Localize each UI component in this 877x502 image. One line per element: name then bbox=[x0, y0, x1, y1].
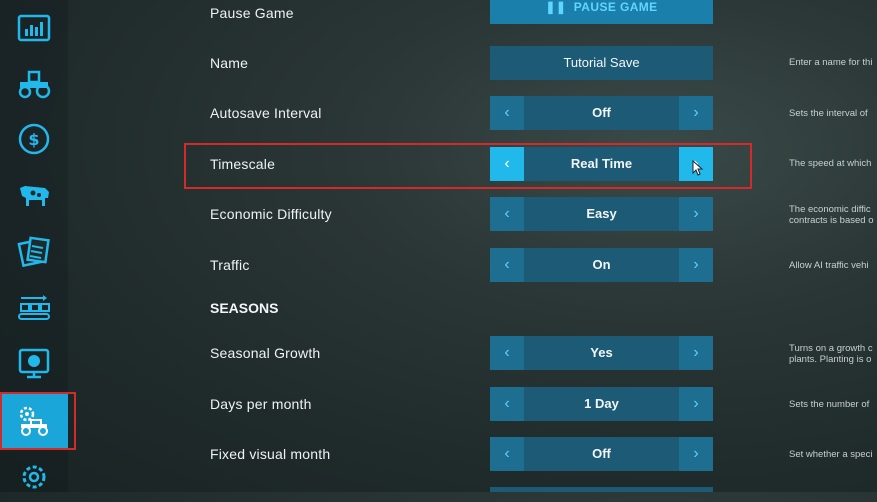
pause-game-button[interactable]: ❚❚ PAUSE GAME bbox=[490, 0, 713, 24]
name-description: Enter a name for thi bbox=[789, 57, 873, 68]
fixed-visual-month-label: Fixed visual month bbox=[210, 446, 331, 462]
seasonal-growth-row: Seasonal Growth ‹ Yes › Turns on a growt… bbox=[0, 336, 877, 370]
autosave-next-button[interactable]: › bbox=[679, 96, 713, 130]
seasonal-growth-description-line2: plants. Planting is o bbox=[789, 354, 872, 365]
seasonal-growth-prev-button[interactable]: ‹ bbox=[490, 336, 524, 370]
economic-difficulty-value: Easy bbox=[524, 197, 679, 231]
economic-description-line1: The economic diffic bbox=[789, 204, 871, 215]
seasonal-growth-selector: ‹ Yes › bbox=[490, 336, 713, 370]
chevron-right-icon: › bbox=[693, 104, 699, 121]
seasonal-growth-description: Turns on a growth c plants. Planting is o bbox=[789, 343, 877, 365]
economic-next-button[interactable]: › bbox=[679, 197, 713, 231]
chevron-right-icon: › bbox=[693, 256, 699, 273]
autosave-prev-button[interactable]: ‹ bbox=[490, 96, 524, 130]
pause-game-button-label: PAUSE GAME bbox=[573, 0, 658, 14]
name-row: Name Tutorial Save Enter a name for thi bbox=[0, 46, 877, 80]
traffic-label: Traffic bbox=[210, 257, 250, 273]
mouse-cursor-icon bbox=[692, 160, 704, 176]
economic-prev-button[interactable]: ‹ bbox=[490, 197, 524, 231]
days-per-month-row: Days per month ‹ 1 Day › Sets the number… bbox=[0, 387, 877, 421]
chevron-right-icon: › bbox=[693, 445, 699, 462]
seasons-heading: SEASONS bbox=[210, 300, 279, 316]
timescale-value: Real Time bbox=[524, 147, 679, 181]
chevron-left-icon: ‹ bbox=[504, 256, 510, 273]
production-icon bbox=[18, 295, 50, 320]
production-button[interactable] bbox=[0, 282, 68, 332]
name-input[interactable]: Tutorial Save bbox=[490, 46, 713, 80]
traffic-selector: ‹ On › bbox=[490, 248, 713, 282]
traffic-next-button[interactable]: › bbox=[679, 248, 713, 282]
chevron-right-icon: › bbox=[693, 344, 699, 361]
autosave-value: Off bbox=[524, 96, 679, 130]
timescale-description: The speed at which bbox=[789, 158, 872, 169]
chevron-left-icon: ‹ bbox=[504, 104, 510, 121]
timescale-label: Timescale bbox=[210, 156, 276, 172]
pause-game-label: Pause Game bbox=[210, 5, 294, 21]
days-per-month-selector: ‹ 1 Day › bbox=[490, 387, 713, 421]
chevron-left-icon: ‹ bbox=[504, 395, 510, 412]
fixed-visual-month-prev-button[interactable]: ‹ bbox=[490, 437, 524, 471]
chevron-right-icon: › bbox=[693, 395, 699, 412]
seasonal-growth-value: Yes bbox=[524, 336, 679, 370]
chevron-left-icon: ‹ bbox=[504, 445, 510, 462]
fixed-visual-month-value: Off bbox=[524, 437, 679, 471]
fixed-visual-month-description: Set whether a speci bbox=[789, 449, 873, 460]
chevron-right-icon: › bbox=[693, 205, 699, 222]
chevron-left-icon: ‹ bbox=[504, 344, 510, 361]
days-per-month-next-button[interactable]: › bbox=[679, 387, 713, 421]
autosave-row: Autosave Interval ‹ Off › Sets the inter… bbox=[0, 96, 877, 130]
next-selector-partial bbox=[490, 487, 713, 492]
days-per-month-label: Days per month bbox=[210, 396, 312, 412]
timescale-selector: ‹ Real Time › bbox=[490, 147, 713, 181]
timescale-row: Timescale ‹ Real Time › The speed at whi… bbox=[0, 147, 877, 181]
timescale-prev-button[interactable]: ‹ bbox=[490, 147, 524, 181]
pause-game-row: Pause Game ❚❚ PAUSE GAME bbox=[0, 0, 877, 30]
economic-difficulty-label: Economic Difficulty bbox=[210, 206, 332, 222]
fixed-visual-month-selector: ‹ Off › bbox=[490, 437, 713, 471]
seasonal-growth-next-button[interactable]: › bbox=[679, 336, 713, 370]
traffic-value: On bbox=[524, 248, 679, 282]
name-label: Name bbox=[210, 55, 249, 71]
traffic-row: Traffic ‹ On › Allow AI traffic vehi bbox=[0, 248, 877, 282]
economic-description: The economic diffic contracts is based o bbox=[789, 204, 877, 226]
traffic-description: Allow AI traffic vehi bbox=[789, 260, 869, 271]
days-per-month-prev-button[interactable]: ‹ bbox=[490, 387, 524, 421]
economic-description-line2: contracts is based o bbox=[789, 215, 874, 226]
economic-difficulty-selector: ‹ Easy › bbox=[490, 197, 713, 231]
autosave-selector: ‹ Off › bbox=[490, 96, 713, 130]
autosave-label: Autosave Interval bbox=[210, 105, 322, 121]
traffic-prev-button[interactable]: ‹ bbox=[490, 248, 524, 282]
chevron-left-icon: ‹ bbox=[504, 205, 510, 222]
chevron-left-icon: ‹ bbox=[504, 155, 510, 172]
seasonal-growth-description-line1: Turns on a growth c bbox=[789, 343, 873, 354]
autosave-description: Sets the interval of bbox=[789, 108, 868, 119]
fixed-visual-month-next-button[interactable]: › bbox=[679, 437, 713, 471]
days-per-month-value: 1 Day bbox=[524, 387, 679, 421]
pause-icon: ❚❚ bbox=[545, 0, 567, 14]
fixed-visual-month-row: Fixed visual month ‹ Off › Set whether a… bbox=[0, 437, 877, 471]
economic-difficulty-row: Economic Difficulty ‹ Easy › The economi… bbox=[0, 197, 877, 231]
days-per-month-description: Sets the number of bbox=[789, 399, 870, 410]
seasonal-growth-label: Seasonal Growth bbox=[210, 345, 321, 361]
